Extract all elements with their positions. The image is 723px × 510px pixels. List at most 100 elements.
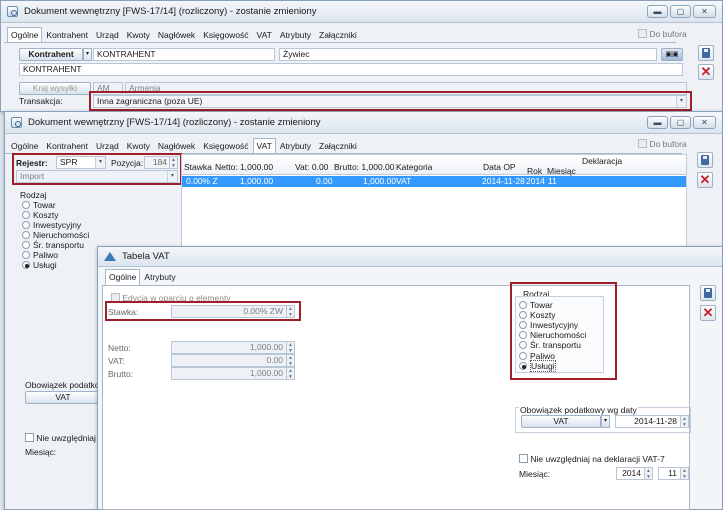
radio-paliwo[interactable]: Paliwo (22, 250, 58, 260)
kontrahent-name-field[interactable]: KONTRAHENT (19, 63, 683, 76)
kontrahent-city-field[interactable]: Żywiec (279, 48, 657, 61)
obowiazek-label: Obowiązek podatkow (25, 380, 106, 390)
app-icon (11, 117, 22, 128)
close-icon[interactable]: ✕ (700, 305, 716, 321)
radio-inwestycyjny[interactable]: Inwestycyjny (22, 220, 81, 230)
transakcja-label: Transakcja: (19, 96, 63, 106)
brutto-field[interactable]: 1,000.00 ▲ ▼ (171, 367, 295, 380)
do-bufora-checkbox[interactable]: Do bufora (638, 29, 687, 39)
spin-icon[interactable]: ▲ ▼ (680, 416, 688, 427)
tabela-vat-icon (104, 252, 116, 261)
radio-towar[interactable]: Towar (22, 200, 56, 210)
kontrahent-code-field[interactable]: KONTRAHENT (93, 48, 275, 61)
tab-kontrahent[interactable]: Kontrahent (42, 27, 92, 42)
spin-icon[interactable]: ▲ ▼ (644, 468, 652, 479)
grid-header-miesiac[interactable]: Miesiąc (547, 166, 576, 176)
kraj-wysylki-button[interactable]: Kraj wysyłki (19, 82, 91, 95)
cell-stawka: 0.00% Z (186, 176, 218, 186)
window-titlebar[interactable]: Tabela VAT (98, 247, 722, 267)
window-document-back: Dokument wewnętrzny [FWS-17/14] (rozlicz… (0, 0, 723, 112)
save-icon[interactable] (697, 152, 713, 168)
window-title: Dokument wewnętrzny [FWS-17/14] (rozlicz… (28, 117, 321, 128)
close-icon[interactable]: ✕ (698, 64, 714, 80)
nie-uwzgledniaj-checkbox[interactable]: Nie uwzględniaj na (25, 433, 108, 443)
tab-kwoty[interactable]: Kwoty (123, 27, 154, 42)
close-window-button[interactable]: ✕ (693, 5, 716, 18)
vcard-icon[interactable]: ▣▣ (661, 48, 683, 61)
tab-zalaczniki[interactable]: Załączniki (315, 138, 361, 153)
cell-kategoria: VAT (396, 176, 412, 186)
grid-header-stawka[interactable]: Stawka (184, 162, 212, 172)
tab-urzad[interactable]: Urząd (92, 27, 123, 42)
tab-atrybuty[interactable]: Atrybuty (276, 138, 315, 153)
tab-strip: Ogólne Atrybuty (105, 269, 180, 285)
spin-icon[interactable]: ▲ ▼ (286, 368, 294, 379)
grid-header-vat[interactable]: Vat: 0.00 (295, 162, 328, 172)
grid-header-kategoria[interactable]: Kategoria (396, 162, 432, 172)
close-icon[interactable]: ✕ (697, 172, 713, 188)
minimize-button[interactable]: ▬ (647, 5, 668, 18)
miesiac-field[interactable]: 11 ▲ ▼ (658, 467, 689, 480)
window-titlebar[interactable]: Dokument wewnętrzny [FWS-17/14] (rozlicz… (1, 1, 722, 23)
maximize-button[interactable]: ▢ (670, 116, 691, 129)
maximize-button[interactable]: ▢ (670, 5, 691, 18)
nie-uwzgledniaj-checkbox[interactable]: Nie uwzględniaj na deklaracji VAT-7 (519, 454, 665, 464)
spin-icon[interactable]: ▲ ▼ (680, 468, 688, 479)
close-window-button[interactable]: ✕ (693, 116, 716, 129)
rok-field[interactable]: 2014 ▲ ▼ (616, 467, 653, 480)
tab-ksiegowosc[interactable]: Księgowość (199, 138, 252, 153)
obowiazek-label: Obowiązek podatkowy wg daty (519, 405, 638, 415)
vat-dropdown[interactable]: ▾ (601, 415, 610, 428)
tab-naglowek[interactable]: Nagłówek (154, 138, 199, 153)
tab-zalaczniki[interactable]: Załączniki (315, 27, 361, 42)
kontrahent-dropdown[interactable]: ▾ (83, 48, 92, 61)
do-bufora-checkbox[interactable]: Do bufora (638, 139, 687, 149)
grid-header-deklaracja: Deklaracja (582, 156, 623, 166)
tab-vat[interactable]: VAT (253, 27, 276, 42)
do-bufora-label: Do bufora (649, 29, 687, 39)
radio-sr-transportu[interactable]: Śr. transportu (22, 240, 84, 250)
radio-uslugi[interactable]: Usługi (22, 260, 57, 270)
window-titlebar[interactable]: Dokument wewnętrzny [FWS-17/14] (rozlicz… (5, 112, 722, 134)
cell-brutto: 1,000.00 (363, 176, 397, 186)
tab-vat[interactable]: VAT (252, 138, 276, 154)
cell-vat: 0.00 (316, 176, 333, 186)
grid-header-netto[interactable]: Netto: 1,000.00 (215, 162, 273, 172)
radio-nieruchomosci[interactable]: Nieruchomości (22, 230, 89, 240)
tab-atrybuty[interactable]: Atrybuty (276, 27, 315, 42)
cell-miesiac: 11 (548, 176, 557, 186)
spin-icon[interactable]: ▲ ▼ (286, 342, 294, 353)
grid-header-rok[interactable]: Rok (527, 166, 542, 176)
vat-button[interactable]: VAT (521, 415, 601, 428)
obowiazek-date-field[interactable]: 2014-11-28 ▲ ▼ (615, 415, 689, 428)
netto-field[interactable]: 1,000.00 ▲ ▼ (171, 341, 295, 354)
highlight-rejestr (12, 153, 182, 185)
tab-atrybuty[interactable]: Atrybuty (140, 269, 179, 284)
tab-ogolne[interactable]: Ogólne (7, 27, 43, 43)
table-row[interactable]: 0.00% Z 1,000.00 0.00 1,000.00 VAT 2014-… (182, 176, 686, 187)
tab-naglowek[interactable]: Nagłówek (154, 27, 199, 42)
tab-ksiegowosc[interactable]: Księgowość (199, 27, 252, 42)
tab-kwoty[interactable]: Kwoty (123, 138, 154, 153)
window-tabela-vat: Tabela VAT Ogólne Atrybuty Edycja w opar… (97, 246, 723, 510)
rodzaj-label: Rodzaj (20, 190, 47, 200)
save-icon[interactable] (700, 285, 716, 301)
minimize-button[interactable]: ▬ (647, 116, 668, 129)
tab-kontrahent[interactable]: Kontrahent (42, 138, 92, 153)
vat-grid: Deklaracja Stawka Netto: 1,000.00 Vat: 0… (181, 154, 687, 250)
tab-ogolne[interactable]: Ogólne (105, 269, 141, 285)
kontrahent-button[interactable]: Kontrahent (19, 48, 83, 61)
save-icon[interactable] (698, 45, 714, 61)
netto-value: 1,000.00 (249, 342, 283, 352)
tab-urzad[interactable]: Urząd (92, 138, 123, 153)
grid-header-brutto[interactable]: Brutto: 1,000.00 (334, 162, 395, 172)
tab-ogolne[interactable]: Ogólne (7, 138, 42, 153)
vat-value: 0.00 (266, 355, 283, 365)
grid-header-data-op[interactable]: Data OP (483, 162, 516, 172)
tab-strip: Ogólne Kontrahent Urząd Kwoty Nagłówek K… (7, 27, 361, 43)
radio-koszty[interactable]: Koszty (22, 210, 59, 220)
vat-field[interactable]: 0.00 ▲ ▼ (171, 354, 295, 367)
vat-button[interactable]: VAT (25, 391, 101, 404)
spin-icon[interactable]: ▲ ▼ (286, 355, 294, 366)
miesiac-label: Miesiąc: (519, 469, 551, 479)
